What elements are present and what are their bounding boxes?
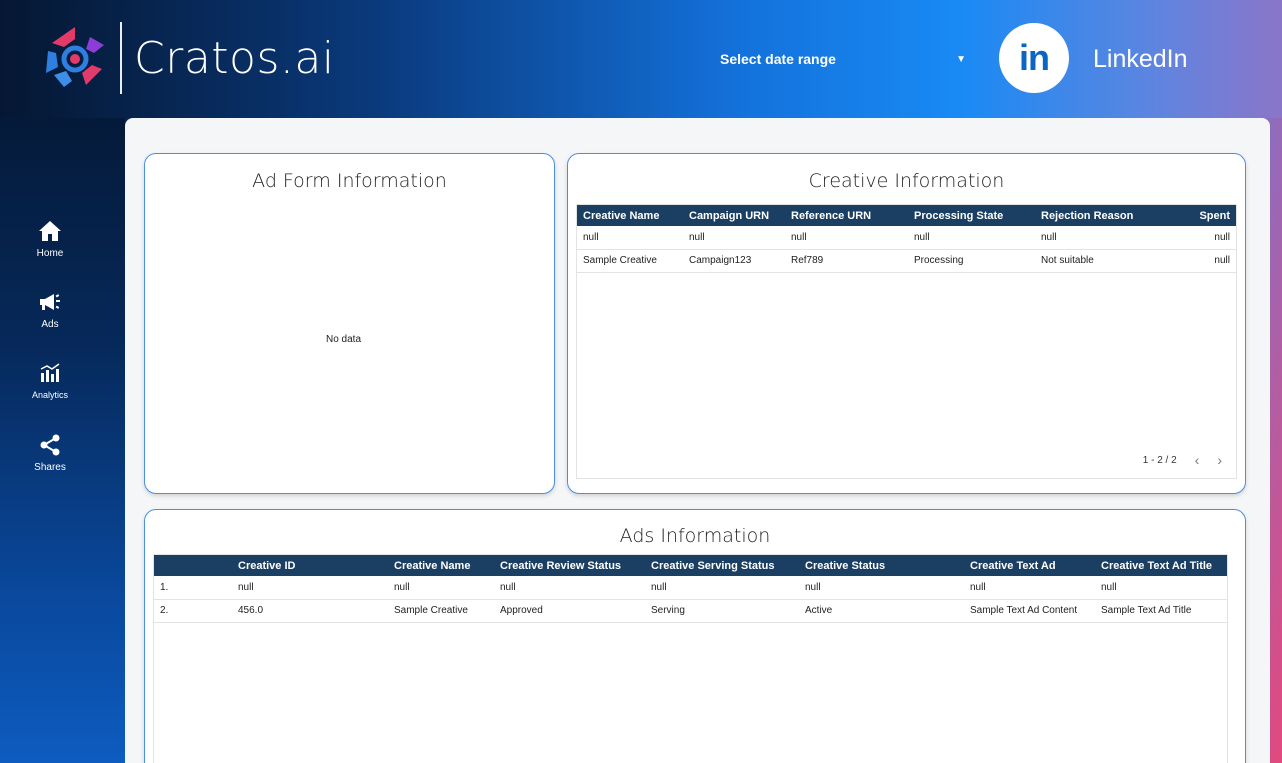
table-row[interactable]: 2. 456.0 Sample Creative Approved Servin…: [154, 599, 1227, 623]
table-cell: null: [645, 576, 799, 600]
sidebar-item-label: Home: [36, 248, 64, 259]
table-row[interactable]: null null null null null null: [577, 226, 1236, 250]
table-header-row: Creative ID Creative Name Creative Revie…: [154, 555, 1227, 576]
sidebar-item-shares[interactable]: Shares: [0, 432, 100, 473]
date-range-label: Select date range: [720, 51, 836, 67]
chevron-left-icon[interactable]: ‹: [1195, 452, 1200, 468]
column-header[interactable]: Reference URN: [785, 205, 908, 226]
sidebar-item-analytics[interactable]: Analytics: [0, 360, 100, 400]
ads-table-container: Creative ID Creative Name Creative Revie…: [153, 554, 1228, 763]
table-cell: null: [577, 226, 683, 250]
table-cell: Active: [799, 599, 964, 623]
table-cell: null: [232, 576, 388, 600]
table-cell: null: [964, 576, 1095, 600]
table-cell: 456.0: [232, 599, 388, 623]
card-title: Ad Form Information: [252, 170, 447, 192]
sidebar-nav: Home Ads Analytics Shares: [0, 218, 100, 473]
sidebar-item-label: Analytics: [31, 390, 68, 400]
table-cell: Serving: [645, 599, 799, 623]
ad-form-card: Ad Form Information No data: [144, 153, 555, 494]
table-cell: null: [1165, 249, 1236, 273]
column-header[interactable]: Creative Text Ad Title: [1095, 555, 1227, 576]
row-number: 2.: [154, 599, 232, 623]
creative-card: Creative Information Creative Name Campa…: [567, 153, 1246, 494]
column-header[interactable]: Creative Name: [577, 205, 683, 226]
column-header[interactable]: Creative ID: [232, 555, 388, 576]
ads-table: Creative ID Creative Name Creative Revie…: [154, 555, 1227, 623]
table-cell: Sample Text Ad Content: [964, 599, 1095, 623]
column-header[interactable]: Creative Status: [799, 555, 964, 576]
table-cell: Campaign123: [683, 249, 785, 273]
table-cell: Approved: [494, 599, 645, 623]
sidebar-item-label: Shares: [34, 462, 66, 473]
sidebar-item-ads[interactable]: Ads: [0, 289, 100, 330]
home-icon: [37, 218, 63, 244]
table-row[interactable]: Sample Creative Campaign123 Ref789 Proce…: [577, 249, 1236, 273]
sidebar-item-label: Ads: [41, 319, 59, 330]
table-cell: Ref789: [785, 249, 908, 273]
platform-name: LinkedIn: [1093, 45, 1188, 73]
sidebar-item-home[interactable]: Home: [0, 218, 100, 259]
table-cell: null: [494, 576, 645, 600]
megaphone-icon: [37, 289, 63, 315]
table-cell: Not suitable: [1035, 249, 1165, 273]
column-header[interactable]: Processing State: [908, 205, 1035, 226]
table-cell: null: [785, 226, 908, 250]
linkedin-logo: in: [999, 23, 1069, 93]
ads-card: Ads Information Creative ID Creative Nam…: [144, 509, 1246, 763]
pagination: 1 - 2 / 2 ‹ ›: [1143, 452, 1222, 468]
column-header[interactable]: Creative Review Status: [494, 555, 645, 576]
column-header[interactable]: Spent: [1165, 205, 1236, 226]
linkedin-icon: in: [1019, 37, 1050, 78]
table-cell: null: [1035, 226, 1165, 250]
row-number: 1.: [154, 576, 232, 600]
column-header[interactable]: Creative Text Ad: [964, 555, 1095, 576]
card-title: Ads Information: [619, 525, 771, 547]
table-cell: null: [388, 576, 494, 600]
empty-state: No data: [325, 334, 362, 345]
table-cell: null: [1095, 576, 1227, 600]
analytics-icon: [37, 360, 63, 386]
creative-table-container: Creative Name Campaign URN Reference URN…: [576, 204, 1237, 479]
card-title: Creative Information: [808, 170, 1005, 192]
column-header[interactable]: Campaign URN: [683, 205, 785, 226]
date-range-selector[interactable]: Select date range ▼: [720, 48, 968, 70]
creative-table: Creative Name Campaign URN Reference URN…: [577, 205, 1236, 273]
brand-logo[interactable]: Cratos.ai: [42, 22, 335, 94]
table-row[interactable]: 1. null null null null null null null: [154, 576, 1227, 600]
dashboard-canvas: Ad Form Information No data Creative Inf…: [125, 118, 1270, 763]
table-cell: Sample Creative: [388, 599, 494, 623]
table-cell: null: [683, 226, 785, 250]
table-header-row: Creative Name Campaign URN Reference URN…: [577, 205, 1236, 226]
caret-down-icon: ▼: [956, 53, 966, 65]
logo-divider: [120, 22, 122, 94]
column-header[interactable]: Creative Name: [388, 555, 494, 576]
table-cell: Sample Creative: [577, 249, 683, 273]
column-header: [154, 555, 232, 576]
table-cell: null: [1165, 226, 1236, 250]
column-header[interactable]: Rejection Reason: [1035, 205, 1165, 226]
pagination-label: 1 - 2 / 2: [1142, 454, 1177, 466]
brand-name: Cratos.ai: [134, 32, 335, 84]
table-cell: null: [799, 576, 964, 600]
table-cell: Processing: [908, 249, 1035, 273]
share-icon: [37, 432, 63, 458]
table-cell: null: [908, 226, 1035, 250]
cratos-logo-icon: [46, 27, 104, 87]
table-cell: Sample Text Ad Title: [1095, 599, 1227, 623]
column-header[interactable]: Creative Serving Status: [645, 555, 799, 576]
chevron-right-icon[interactable]: ›: [1217, 452, 1222, 468]
